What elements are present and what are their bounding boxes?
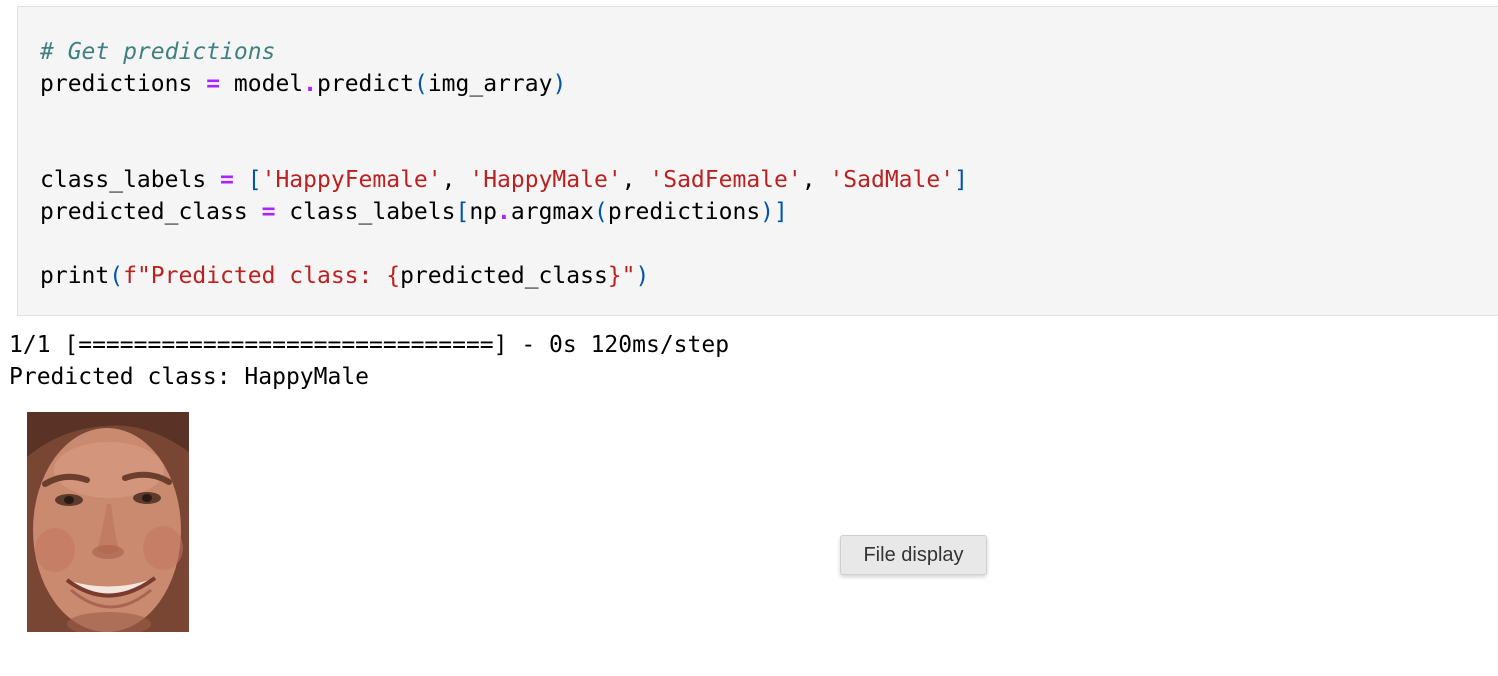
code-paren: ) [760, 199, 775, 225]
face-image [27, 412, 189, 632]
code-line-comment: # Get predictions [40, 36, 275, 68]
code-token: model [233, 71, 304, 97]
code-token: np [469, 199, 498, 225]
code-string: f"Predicted class: [123, 263, 387, 289]
file-display-tooltip[interactable]: File display [840, 535, 987, 575]
code-line-class-labels: class_labels = ['HappyFemale', 'HappyMal… [40, 164, 968, 196]
code-token: predictions [40, 71, 193, 97]
code-bracket: ] [954, 167, 968, 193]
code-token: predictions [607, 199, 761, 225]
code-operator: . [497, 199, 511, 225]
code-operator: . [303, 71, 318, 97]
code-token: class_labels [289, 199, 456, 225]
code-paren: ( [593, 199, 608, 225]
code-string: 'HappyFemale' [261, 167, 442, 193]
code-paren: ( [109, 263, 124, 289]
output-result-line: Predicted class: HappyMale [9, 364, 370, 390]
code-line-predicted-class: predicted_class = class_labels[np.argmax… [40, 196, 788, 228]
code-token: class_labels [40, 167, 207, 193]
code-line-predictions: predictions = model.predict(img_array) [40, 68, 566, 100]
code-fstring-brace: } [607, 263, 622, 289]
code-fstring-brace: { [386, 263, 401, 289]
code-comment: # Get predictions [40, 39, 276, 65]
code-string: 'HappyMale' [469, 167, 622, 193]
code-string: 'SadMale' [829, 167, 955, 193]
code-token: predict [317, 71, 414, 97]
face-illustration [27, 412, 189, 632]
output-progress-line: 1/1 [==============================] - 0… [9, 332, 730, 358]
code-token: predicted_class [400, 263, 608, 289]
code-paren: ( [413, 71, 428, 97]
code-token: predicted_class [40, 199, 248, 225]
code-paren: ) [635, 263, 650, 289]
code-string: " [621, 263, 636, 289]
code-operator: = [206, 71, 221, 97]
code-token: print [40, 263, 110, 289]
code-cell[interactable]: # Get predictions predictions = model.pr… [17, 6, 1498, 316]
code-operator: = [220, 167, 234, 193]
code-string: 'SadFemale' [649, 167, 802, 193]
code-line-print: print(f"Predicted class: {predicted_clas… [40, 260, 649, 292]
code-token: img_array [427, 71, 553, 97]
code-comma: , [801, 167, 816, 193]
code-bracket: [ [455, 199, 470, 225]
code-comma: , [441, 167, 456, 193]
code-token: argmax [510, 199, 594, 225]
code-comma: , [621, 167, 636, 193]
code-operator: = [261, 199, 276, 225]
code-bracket: ] [774, 199, 788, 225]
code-bracket: [ [247, 167, 262, 193]
code-paren: ) [552, 71, 567, 97]
